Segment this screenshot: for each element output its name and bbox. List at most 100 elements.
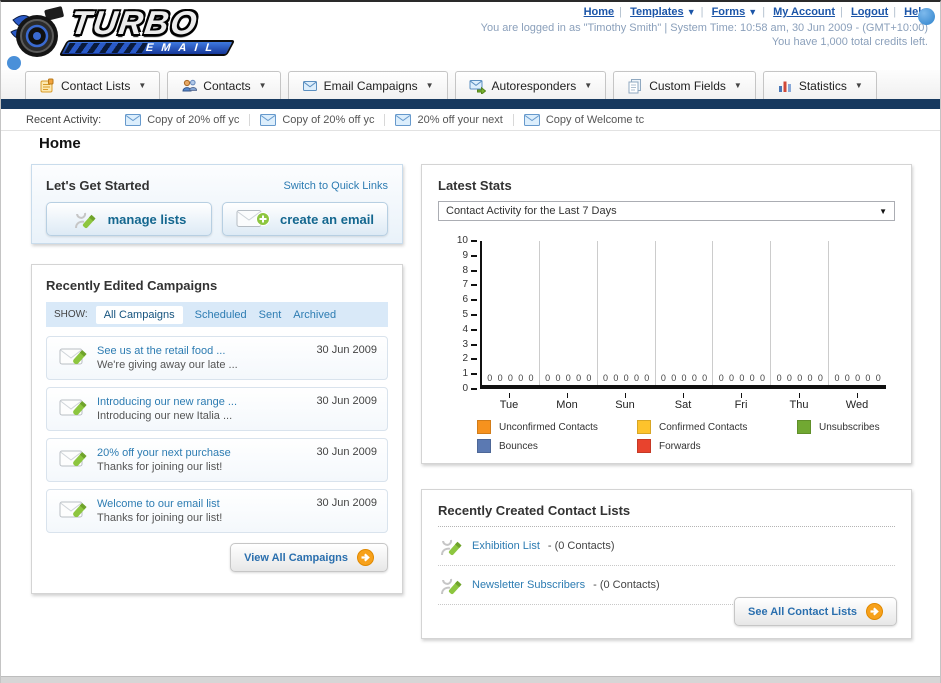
campaign-date: 30 Jun 2009: [316, 497, 377, 509]
nav-link-templates[interactable]: Templates: [630, 6, 684, 18]
nav-link-forms[interactable]: Forms: [712, 6, 746, 18]
x-tick-label: Tue: [480, 393, 538, 411]
data-value-label: 0: [623, 373, 629, 383]
tab-statistics[interactable]: Statistics ▼: [762, 71, 877, 99]
contact-list-link[interactable]: Newsletter Subscribers: [472, 579, 585, 591]
legend-swatch: [477, 439, 491, 453]
data-value-label: 0: [817, 373, 823, 383]
chart-legend: Unconfirmed Contacts Confirmed Contacts Un…: [477, 420, 937, 453]
y-tick-label: 9: [442, 250, 477, 261]
filter-sent[interactable]: Sent: [259, 309, 282, 321]
chevron-down-icon: ▼: [138, 81, 147, 90]
campaign-subtitle: Thanks for joining our list!: [97, 461, 223, 473]
switch-quick-links[interactable]: Switch to Quick Links: [283, 180, 388, 192]
tab-autoresponders[interactable]: Autoresponders ▼: [454, 71, 607, 99]
tab-label: Autoresponders: [491, 78, 577, 93]
show-label: SHOW:: [54, 309, 88, 320]
tab-contacts[interactable]: Contacts ▼: [167, 71, 281, 99]
campaigns-title: Recently Edited Campaigns: [46, 278, 218, 293]
stats-period-select[interactable]: Contact Activity for the Last 7 Days ▼: [438, 201, 895, 221]
logo-wordmark: TURBO: [68, 4, 201, 41]
chart-day-group: 00000: [771, 241, 830, 385]
nav-link-my-account[interactable]: My Account: [773, 6, 835, 18]
tab-contact-lists[interactable]: Contact Lists ▼: [25, 71, 161, 99]
create-email-button[interactable]: create an email: [222, 202, 388, 236]
y-tick-label: 10: [442, 236, 477, 246]
campaign-title-link[interactable]: 20% off your next purchase: [97, 447, 316, 459]
chevron-down-icon: ▼: [258, 81, 267, 90]
tab-custom-fields[interactable]: Custom Fields ▼: [613, 71, 756, 99]
turbo-email-dashboard: TURBO EMAIL Home | Templates ▼ | Forms ▼ | …: [0, 0, 941, 683]
data-value-label: 0: [576, 373, 582, 383]
data-value-label: 0: [729, 373, 735, 383]
logo-bar: EMAIL: [58, 40, 236, 56]
filter-scheduled[interactable]: Scheduled: [195, 309, 247, 321]
nav-link-home[interactable]: Home: [584, 6, 615, 18]
recent-activity-item[interactable]: Copy of 20% off yc: [115, 113, 251, 126]
envelope-icon: [260, 113, 277, 126]
chevron-down-icon: ▼: [584, 81, 593, 90]
contact-list-item[interactable]: Exhibition List - (0 Contacts): [438, 527, 895, 566]
tab-label: Contact Lists: [61, 78, 131, 93]
recent-activity-item[interactable]: Copy of 20% off yc: [250, 113, 386, 126]
chart-day-group: 00000: [540, 241, 598, 385]
tab-label: Custom Fields: [649, 78, 726, 93]
recent-activity-label: Recent Activity:: [26, 113, 102, 126]
tab-email-campaigns[interactable]: Email Campaigns ▼: [287, 71, 448, 99]
campaign-title-link[interactable]: Introducing our new range ...: [97, 396, 316, 408]
envelope-icon: [523, 113, 540, 126]
data-value-label: 0: [855, 373, 861, 383]
nav-link-logout[interactable]: Logout: [851, 6, 888, 18]
person-pencil-icon: [441, 578, 462, 595]
email-campaigns-icon: [302, 80, 317, 91]
view-all-campaigns-button[interactable]: View All Campaigns: [230, 543, 388, 572]
recent-activity-item[interactable]: 20% off your next: [385, 113, 514, 126]
x-tick-label: Sat: [654, 393, 712, 411]
data-value-label: 0: [660, 373, 666, 383]
campaign-date: 30 Jun 2009: [316, 446, 377, 458]
recent-activity-bar: Recent Activity: Copy of 20% off yc Copy…: [1, 109, 940, 131]
campaign-title-link[interactable]: Welcome to our email list: [97, 498, 316, 510]
chart-day-group: 00000: [829, 241, 886, 385]
contact-list-count: - (0 Contacts): [593, 579, 660, 591]
tab-label: Email Campaigns: [323, 78, 418, 93]
x-tick-mark: [799, 393, 800, 398]
chart-plot: 00000000000000000000000000000000000: [480, 241, 886, 389]
see-all-contact-lists-label: See All Contact Lists: [747, 605, 857, 618]
x-tick-mark: [625, 393, 626, 398]
view-all-campaigns-label: View All Campaigns: [244, 551, 348, 564]
y-tick-label: 5: [442, 310, 477, 320]
recent-activity-item[interactable]: Copy of Welcome tc: [514, 113, 654, 126]
campaign-card[interactable]: See us at the retail food ... We're givi…: [46, 336, 388, 380]
filter-all-campaigns[interactable]: All Campaigns: [95, 305, 183, 324]
help-bubble-icon[interactable]: [918, 8, 935, 25]
manage-lists-label: manage lists: [107, 211, 187, 227]
campaign-card-list: See us at the retail food ... We're givi…: [46, 336, 388, 533]
campaign-card[interactable]: Welcome to our email list Thanks for joi…: [46, 489, 388, 533]
data-value-label: 0: [807, 373, 813, 383]
see-all-contact-lists-button[interactable]: See All Contact Lists: [733, 597, 897, 626]
data-value-label: 0: [749, 373, 755, 383]
main-tab-bar: Contact Lists ▼ Contacts ▼ Email Campaigns…: [1, 70, 940, 99]
data-value-label: 0: [739, 373, 745, 383]
data-value-label: 0: [565, 373, 571, 383]
turbo-email-logo[interactable]: TURBO EMAIL: [7, 4, 247, 62]
contact-list-link[interactable]: Exhibition List: [472, 540, 540, 552]
campaign-filter-bar: SHOW: All Campaigns Scheduled Sent Archi…: [46, 302, 388, 327]
nav-separator: |: [619, 6, 623, 18]
legend-swatch: [637, 439, 651, 453]
manage-lists-button[interactable]: manage lists: [46, 202, 212, 236]
data-value-label: 0: [844, 373, 850, 383]
campaign-card[interactable]: Introducing our new range ... Introducin…: [46, 387, 388, 431]
x-tick-mark: [741, 393, 742, 398]
campaign-date: 30 Jun 2009: [316, 395, 377, 407]
data-value-label: 0: [555, 373, 561, 383]
data-value-label: 0: [528, 373, 534, 383]
data-value-label: 0: [875, 373, 881, 383]
header-right: Home | Templates ▼ | Forms ▼ | My Account | …: [481, 6, 935, 48]
filter-archived[interactable]: Archived: [293, 309, 336, 321]
custom-fields-icon: [628, 78, 642, 93]
campaign-card[interactable]: 20% off your next purchase Thanks for jo…: [46, 438, 388, 482]
campaign-title-link[interactable]: See us at the retail food ...: [97, 345, 316, 357]
recently-edited-campaigns-panel: Recently Edited Campaigns SHOW: All Camp…: [31, 264, 403, 594]
